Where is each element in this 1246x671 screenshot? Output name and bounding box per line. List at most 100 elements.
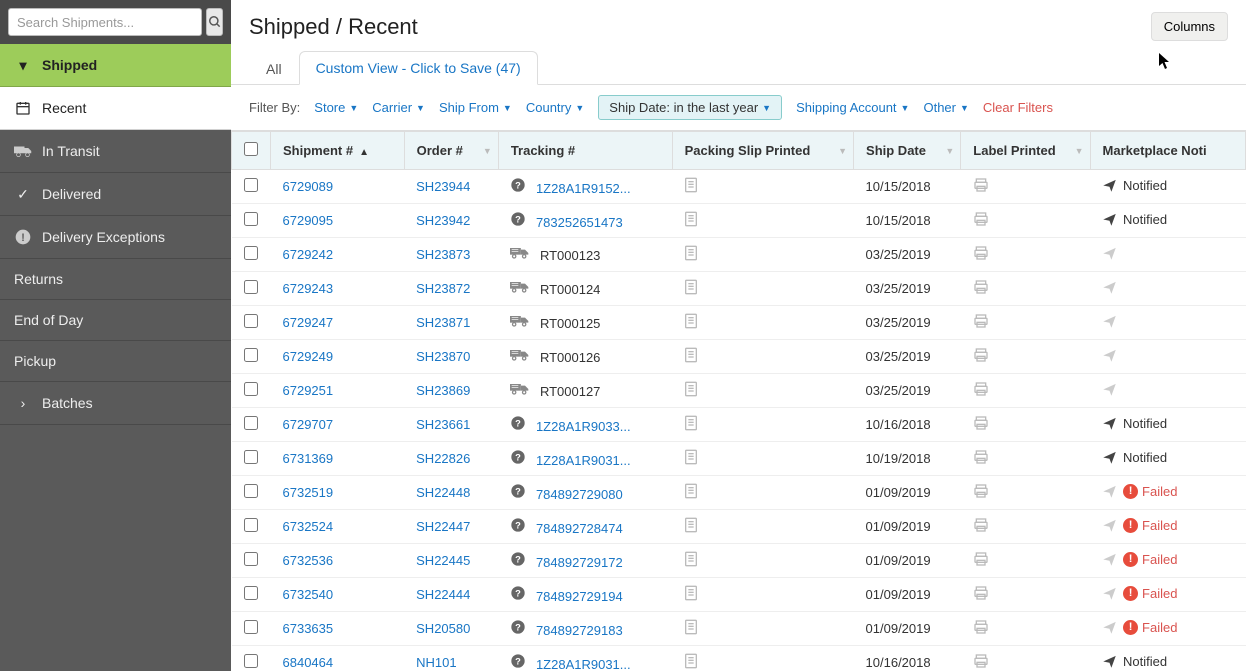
select-all-header[interactable] (232, 132, 271, 170)
columns-button[interactable]: Columns (1151, 12, 1228, 41)
cell-tracking[interactable]: ? 784892728474 (498, 510, 672, 544)
cell-tracking[interactable]: RT000127 (498, 374, 672, 408)
filter-carrier[interactable]: Carrier▼ (372, 100, 425, 115)
cell-shipment[interactable]: 6729243 (271, 272, 405, 306)
cell-shipment[interactable]: 6729249 (271, 340, 405, 374)
sidebar-item-eod[interactable]: End of Day (0, 300, 231, 341)
search-input[interactable] (8, 8, 202, 36)
table-row[interactable]: 6729089SH23944? 1Z28A1R9152...10/15/2018… (232, 170, 1246, 204)
tab-all[interactable]: All (249, 52, 299, 85)
sidebar-item-intransit[interactable]: In Transit (0, 130, 231, 173)
table-row[interactable]: 6729095SH23942? 78325265147310/15/2018 N… (232, 204, 1246, 238)
row-checkbox[interactable] (244, 178, 258, 192)
col-packing[interactable]: Packing Slip Printed▼ (672, 132, 853, 170)
cell-shipment[interactable]: 6729089 (271, 170, 405, 204)
cell-order[interactable]: SH23873 (404, 238, 498, 272)
table-row[interactable]: 6729249SH23870 RT00012603/25/2019 (232, 340, 1246, 374)
cell-order[interactable]: SH23944 (404, 170, 498, 204)
table-row[interactable]: 6729242SH23873 RT00012303/25/2019 (232, 238, 1246, 272)
cell-shipment[interactable]: 6729095 (271, 204, 405, 238)
select-all-checkbox[interactable] (244, 142, 258, 156)
cell-tracking[interactable]: ? 1Z28A1R9031... (498, 442, 672, 476)
cell-order[interactable]: SH23871 (404, 306, 498, 340)
sidebar-item-batches[interactable]: › Batches (0, 382, 231, 425)
cell-tracking[interactable]: ? 784892729194 (498, 578, 672, 612)
sidebar-item-exceptions[interactable]: ! Delivery Exceptions (0, 216, 231, 259)
cell-order[interactable]: SH23869 (404, 374, 498, 408)
filter-other[interactable]: Other▼ (923, 100, 968, 115)
filter-country[interactable]: Country▼ (526, 100, 584, 115)
filter-shipdate[interactable]: Ship Date: in the last year ▼ (598, 95, 782, 120)
cell-order[interactable]: SH22826 (404, 442, 498, 476)
table-row[interactable]: 6729247SH23871 RT00012503/25/2019 (232, 306, 1246, 340)
cell-order[interactable]: SH20580 (404, 612, 498, 646)
table-row[interactable]: 6729243SH23872 RT00012403/25/2019 (232, 272, 1246, 306)
row-checkbox[interactable] (244, 348, 258, 362)
table-row[interactable]: 6840464NH101? 1Z28A1R9031...10/16/2018 N… (232, 646, 1246, 671)
filter-store[interactable]: Store▼ (314, 100, 358, 115)
table-wrap[interactable]: Shipment #▲ Order #▼ Tracking # Packing … (231, 130, 1246, 671)
cell-shipment[interactable]: 6729251 (271, 374, 405, 408)
row-checkbox[interactable] (244, 484, 258, 498)
col-shipdate[interactable]: Ship Date▼ (854, 132, 961, 170)
col-shipment[interactable]: Shipment #▲ (271, 132, 405, 170)
cell-order[interactable]: NH101 (404, 646, 498, 671)
filter-shipfrom[interactable]: Ship From▼ (439, 100, 512, 115)
row-checkbox[interactable] (244, 416, 258, 430)
sidebar-item-returns[interactable]: Returns (0, 259, 231, 300)
table-row[interactable]: 6732536SH22445? 78489272917201/09/2019 !… (232, 544, 1246, 578)
sidebar-item-pickup[interactable]: Pickup (0, 341, 231, 382)
cell-order[interactable]: SH22448 (404, 476, 498, 510)
row-checkbox[interactable] (244, 518, 258, 532)
search-button[interactable] (206, 8, 223, 36)
col-tracking[interactable]: Tracking # (498, 132, 672, 170)
cell-order[interactable]: SH22445 (404, 544, 498, 578)
table-row[interactable]: 6733635SH20580? 78489272918301/09/2019 !… (232, 612, 1246, 646)
sidebar-item-shipped[interactable]: ▾ Shipped (0, 44, 231, 87)
sidebar-item-recent[interactable]: Recent (0, 87, 231, 130)
cell-shipment[interactable]: 6729242 (271, 238, 405, 272)
cell-tracking[interactable]: RT000126 (498, 340, 672, 374)
cell-shipment[interactable]: 6732524 (271, 510, 405, 544)
cell-shipment[interactable]: 6731369 (271, 442, 405, 476)
cell-shipment[interactable]: 6733635 (271, 612, 405, 646)
cell-tracking[interactable]: RT000124 (498, 272, 672, 306)
cell-order[interactable]: SH23942 (404, 204, 498, 238)
cell-shipment[interactable]: 6732519 (271, 476, 405, 510)
row-checkbox[interactable] (244, 450, 258, 464)
row-checkbox[interactable] (244, 212, 258, 226)
col-labelprinted[interactable]: Label Printed▼ (961, 132, 1090, 170)
row-checkbox[interactable] (244, 552, 258, 566)
table-row[interactable]: 6729251SH23869 RT00012703/25/2019 (232, 374, 1246, 408)
row-checkbox[interactable] (244, 280, 258, 294)
row-checkbox[interactable] (244, 314, 258, 328)
row-checkbox[interactable] (244, 654, 258, 668)
clear-filters-link[interactable]: Clear Filters (983, 100, 1053, 115)
filter-account[interactable]: Shipping Account▼ (796, 100, 909, 115)
cell-shipment[interactable]: 6729707 (271, 408, 405, 442)
cell-order[interactable]: SH23870 (404, 340, 498, 374)
cell-shipment[interactable]: 6732536 (271, 544, 405, 578)
sidebar-item-delivered[interactable]: ✓ Delivered (0, 173, 231, 216)
cell-shipment[interactable]: 6729247 (271, 306, 405, 340)
cell-order[interactable]: SH22447 (404, 510, 498, 544)
cell-tracking[interactable]: ? 784892729172 (498, 544, 672, 578)
cell-order[interactable]: SH22444 (404, 578, 498, 612)
row-checkbox[interactable] (244, 620, 258, 634)
cell-tracking[interactable]: ? 1Z28A1R9152... (498, 170, 672, 204)
cell-tracking[interactable]: ? 783252651473 (498, 204, 672, 238)
table-row[interactable]: 6732540SH22444? 78489272919401/09/2019 !… (232, 578, 1246, 612)
row-checkbox[interactable] (244, 586, 258, 600)
cell-tracking[interactable]: ? 784892729183 (498, 612, 672, 646)
cell-order[interactable]: SH23872 (404, 272, 498, 306)
cell-shipment[interactable]: 6840464 (271, 646, 405, 671)
cell-tracking[interactable]: ? 784892729080 (498, 476, 672, 510)
table-row[interactable]: 6732519SH22448? 78489272908001/09/2019 !… (232, 476, 1246, 510)
cell-tracking[interactable]: RT000123 (498, 238, 672, 272)
col-notif[interactable]: Marketplace Noti (1090, 132, 1245, 170)
cell-shipment[interactable]: 6732540 (271, 578, 405, 612)
row-checkbox[interactable] (244, 246, 258, 260)
tab-custom-view[interactable]: Custom View - Click to Save (47) (299, 51, 538, 85)
cell-order[interactable]: SH23661 (404, 408, 498, 442)
cell-tracking[interactable]: ? 1Z28A1R9033... (498, 408, 672, 442)
